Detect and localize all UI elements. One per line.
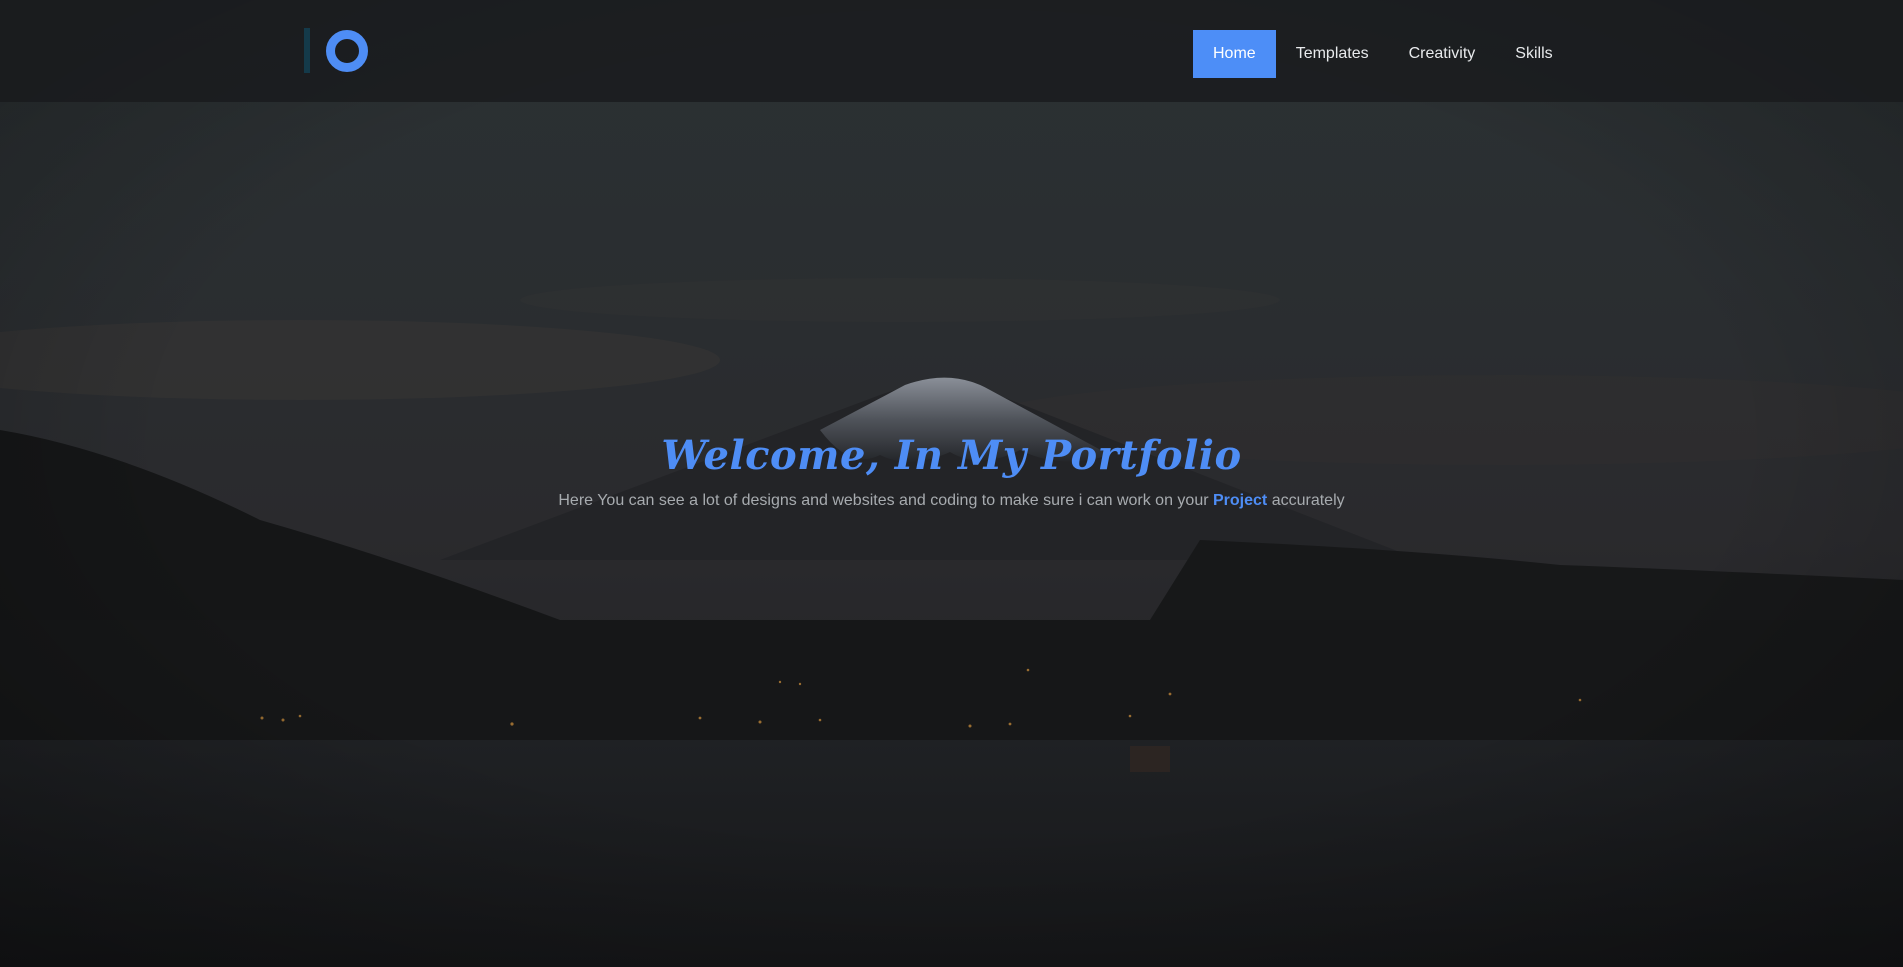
hero-section: Welcome, In My Portfolio Here You can se… bbox=[0, 430, 1903, 512]
hero-title: Welcome, In My Portfolio bbox=[661, 432, 1242, 479]
nav-item-templates[interactable]: Templates bbox=[1276, 30, 1389, 78]
logo-ring bbox=[326, 30, 368, 72]
portfolio-page: Home Templates Creativity Skills Welcome… bbox=[0, 0, 1903, 967]
logo-bar bbox=[304, 28, 310, 73]
main-nav: Home Templates Creativity Skills bbox=[1193, 30, 1573, 78]
site-header: Home Templates Creativity Skills bbox=[0, 0, 1903, 102]
hero-subtitle-end: accurately bbox=[1267, 492, 1345, 509]
hero-subtitle-highlight: Project bbox=[1213, 492, 1268, 509]
nav-item-creativity[interactable]: Creativity bbox=[1389, 30, 1496, 78]
hero-subtitle: Here You can see a lot of designs and we… bbox=[0, 490, 1903, 512]
hero-subtitle-text: Here You can see a lot of designs and we… bbox=[558, 492, 1213, 509]
ring-logo-icon[interactable] bbox=[302, 26, 372, 74]
nav-item-skills[interactable]: Skills bbox=[1495, 30, 1572, 78]
nav-item-home[interactable]: Home bbox=[1193, 30, 1276, 78]
